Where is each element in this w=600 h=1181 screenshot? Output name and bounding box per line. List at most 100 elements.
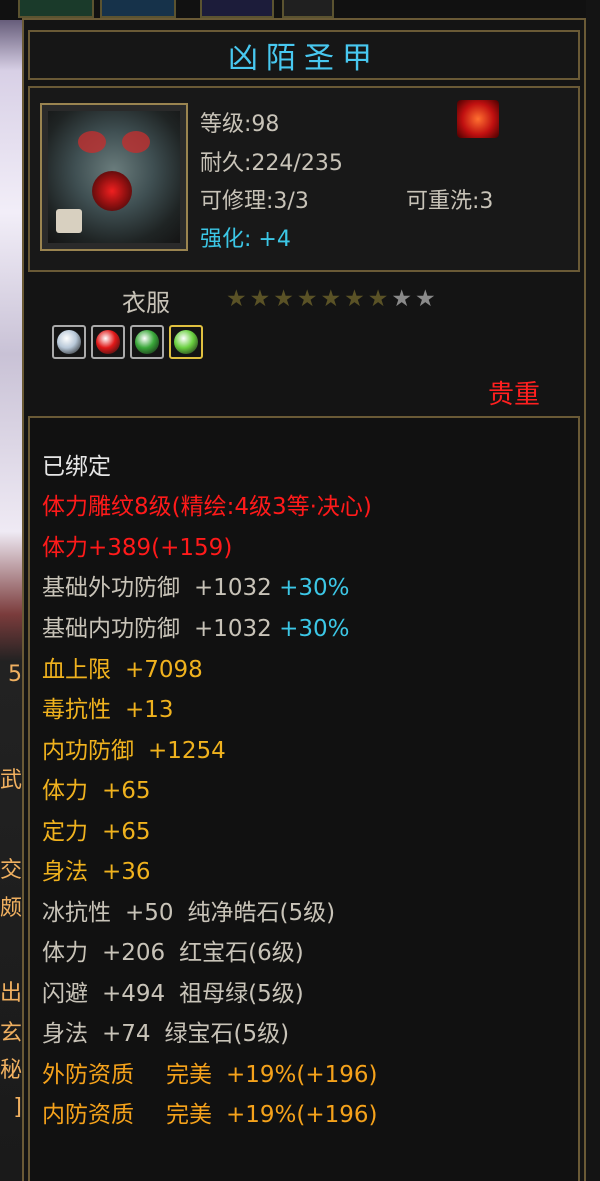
attr-value: +36 xyxy=(102,859,151,885)
armor-icon xyxy=(48,111,180,243)
side-char-7: 秘 xyxy=(0,1058,23,1083)
green-gem-icon[interactable] xyxy=(169,325,203,359)
special-flag-icon xyxy=(457,100,499,138)
quality-line: 内防资质 完美 +19%(+196) xyxy=(42,1095,378,1129)
quality-grade: 完美 xyxy=(166,1102,212,1128)
pure-diamond-gem-icon[interactable] xyxy=(52,325,86,359)
attr-extra: +30% xyxy=(279,616,350,642)
attr-value: +1032 xyxy=(194,575,272,601)
stamina-bonus-line: 体力+389(+159) xyxy=(42,535,233,561)
side-char-3: 交 xyxy=(0,858,23,883)
star-filled-icon: ★ xyxy=(344,286,365,312)
attr-label: 闪避 xyxy=(42,981,88,1007)
poison-res-line: 毒抗性 +13 xyxy=(42,690,174,724)
durability-line: 耐久:224/235 xyxy=(200,145,343,177)
reroll-value: :3 xyxy=(472,189,494,214)
side-char-5: 出 xyxy=(0,981,23,1006)
attr-label: 冰抗性 xyxy=(42,900,111,926)
attr-value: +1032 xyxy=(194,616,272,642)
quality-grade: 完美 xyxy=(166,1062,212,1088)
item-type: 衣服 xyxy=(122,289,170,317)
gem-attr-line: 闪避 +494 祖母绿(5级) xyxy=(42,974,304,1008)
quality-value: +19%(+196) xyxy=(226,1062,378,1088)
quality-label: 外防资质 xyxy=(42,1062,134,1088)
repair-value: :3/3 xyxy=(266,189,309,214)
toolbar-icon-1[interactable] xyxy=(18,0,94,18)
reroll-label: 可重洗 xyxy=(406,189,473,214)
attr-label: 体力 xyxy=(42,940,88,966)
repair-line: 可修理:3/3 xyxy=(200,183,309,215)
side-char-4: 颇 xyxy=(0,896,23,921)
repair-label: 可修理 xyxy=(200,189,267,214)
stamina-line: 体力 +65 xyxy=(42,771,151,805)
toolbar-icon-3[interactable] xyxy=(200,0,274,18)
attr-value: +7098 xyxy=(125,657,203,683)
side-char-8: ] xyxy=(13,1095,22,1120)
quality-value: +19%(+196) xyxy=(226,1102,378,1128)
gem-attr-line: 冰抗性 +50 纯净皓石(5级) xyxy=(42,893,335,927)
attr-label: 体力 xyxy=(42,778,88,804)
attr-value: +1254 xyxy=(148,738,226,764)
star-empty-icon: ★ xyxy=(415,286,436,312)
bound-status: 已绑定 xyxy=(42,454,111,480)
level-label: 等级 xyxy=(200,112,245,137)
attr-extra: +30% xyxy=(279,575,350,601)
attr-label: 基础外功防御 xyxy=(42,575,180,601)
gem-name: 红宝石(6级) xyxy=(179,940,304,966)
attr-label: 内功防御 xyxy=(42,738,134,764)
durability-label: 耐久 xyxy=(200,151,245,176)
enhance-line: 强化: +4 xyxy=(200,221,291,253)
star-filled-icon: ★ xyxy=(226,286,247,312)
gem-name: 纯净皓石(5级) xyxy=(187,900,336,926)
focus-line: 定力 +65 xyxy=(42,812,151,846)
attr-label: 毒抗性 xyxy=(42,697,111,723)
star-rating: ★ ★ ★ ★ ★ ★ ★ ★ ★ xyxy=(226,287,436,311)
right-scroll-edge xyxy=(586,0,600,1181)
attr-label: 血上限 xyxy=(42,657,111,683)
item-icon-frame[interactable] xyxy=(40,103,188,251)
attr-value: +13 xyxy=(125,697,174,723)
reroll-line: 可重洗:3 xyxy=(406,183,493,215)
attr-label: 定力 xyxy=(42,819,88,845)
gem-attr-line: 身法 +74 绿宝石(5级) xyxy=(42,1014,289,1048)
side-char-1: 5 xyxy=(8,662,22,687)
star-filled-icon: ★ xyxy=(296,286,318,312)
gem-name: 绿宝石(5级) xyxy=(164,1021,290,1047)
title-bar: 凶陌圣甲 xyxy=(28,30,580,80)
int-def-line: 内功防御 +1254 xyxy=(42,731,226,765)
star-empty-icon: ★ xyxy=(391,286,412,312)
bind-lock-icon xyxy=(56,209,82,233)
ruby-gem-icon[interactable] xyxy=(91,325,125,359)
quality-line: 外防资质 完美 +19%(+196) xyxy=(42,1055,378,1089)
attr-value: +206 xyxy=(102,940,166,966)
item-name: 凶陌圣甲 xyxy=(228,41,380,76)
toolbar-icon-4[interactable] xyxy=(282,0,334,18)
attr-label: 身法 xyxy=(42,859,88,885)
attr-value: +494 xyxy=(102,981,166,1007)
attr-label: 基础内功防御 xyxy=(42,616,180,642)
side-char-6: 玄 xyxy=(0,1021,23,1046)
attr-value: +65 xyxy=(102,819,151,845)
base-int-def-line: 基础内功防御 +1032 +30% xyxy=(42,609,350,643)
star-filled-icon: ★ xyxy=(273,286,294,312)
top-toolbar xyxy=(0,0,600,20)
base-ext-def-line: 基础外功防御 +1032 +30% xyxy=(42,568,350,602)
level-value: :98 xyxy=(244,112,280,137)
hp-max-line: 血上限 +7098 xyxy=(42,650,203,684)
emerald-gem-icon[interactable] xyxy=(130,325,164,359)
star-filled-icon: ★ xyxy=(367,286,389,312)
rarity-label: 贵重 xyxy=(488,380,541,410)
enhance-value: +4 xyxy=(258,227,291,252)
carving-line: 体力雕纹8级(精绘:4级3等·决心) xyxy=(42,494,372,520)
quality-label: 内防资质 xyxy=(42,1102,134,1128)
star-filled-icon: ★ xyxy=(249,286,271,312)
agility-line: 身法 +36 xyxy=(42,852,151,886)
enhance-label: 强化: xyxy=(200,227,252,252)
gem-name: 祖母绿(5级) xyxy=(179,981,304,1007)
toolbar-icon-2[interactable] xyxy=(100,0,176,18)
side-char-2: 武 xyxy=(0,768,23,793)
gem-attr-line: 体力 +206 红宝石(6级) xyxy=(42,933,304,967)
durability-value: :224/235 xyxy=(244,151,343,176)
attr-value: +74 xyxy=(102,1021,151,1047)
star-filled-icon: ★ xyxy=(320,286,342,312)
